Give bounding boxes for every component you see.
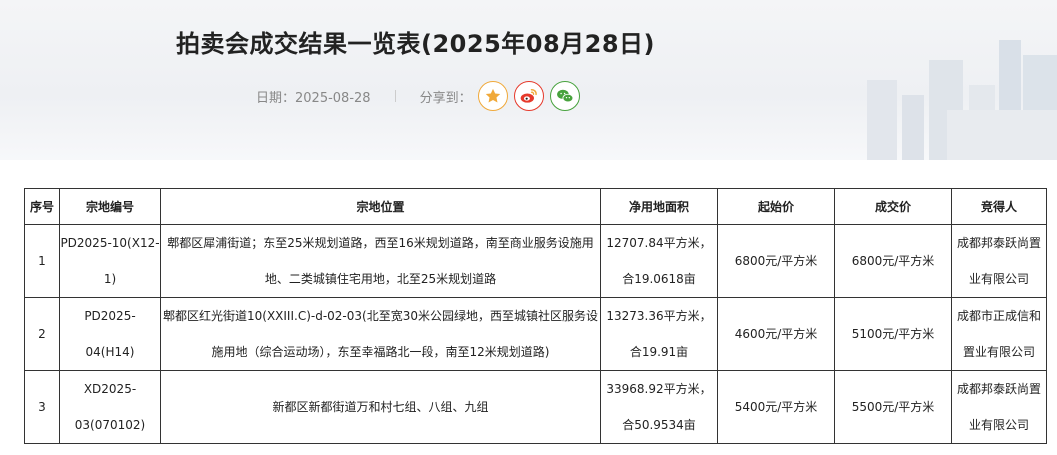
wechat-icon	[556, 89, 573, 103]
share-label: 分享到：	[419, 90, 472, 106]
meta-divider	[394, 90, 396, 102]
column-header-location: 宗地位置	[160, 188, 601, 225]
area-cell: 33968.92平方米，合50.9534亩	[600, 370, 718, 444]
area-cell: 12707.84平方米，合19.0618亩	[600, 224, 718, 298]
location-cell: 新都区新都街道万和村七组、八组、九组	[160, 370, 601, 444]
row-index: 2	[24, 297, 60, 371]
winner-cell: 成都市正成信和置业有限公司	[951, 297, 1047, 371]
row-index: 1	[24, 224, 60, 298]
page-title: 拍卖会成交结果一览表(2025年08月28日)	[176, 30, 656, 58]
start-price-cell: 4600元/平方米	[717, 297, 835, 371]
deal-price-cell: 5100元/平方米	[834, 297, 952, 371]
location-cell: 郫都区红光街道10(XXIII.C)-d-02-03(北至宽30米公园绿地，西至…	[160, 297, 601, 371]
column-header-start-price: 起始价	[717, 188, 835, 225]
start-price-cell: 5400元/平方米	[717, 370, 835, 444]
parcel-no-cell: PD2025-04(H14)	[59, 297, 161, 371]
table-row: 2 PD2025-04(H14) 郫都区红光街道10(XXIII.C)-d-02…	[24, 297, 1047, 371]
table-header-row: 序号 宗地编号 宗地位置 净用地面积 起始价 成交价 竞得人	[24, 188, 1047, 225]
winner-cell: 成都邦泰跃尚置业有限公司	[951, 224, 1047, 298]
city-skyline-decoration	[867, 40, 1057, 160]
share-weibo-button[interactable]	[513, 81, 544, 111]
weibo-icon	[520, 89, 537, 103]
column-header-winner: 竞得人	[951, 188, 1047, 225]
auction-result-table: 序号 宗地编号 宗地位置 净用地面积 起始价 成交价 竞得人 1 PD2025-…	[24, 188, 1047, 444]
winner-cell: 成都邦泰跃尚置业有限公司	[951, 370, 1047, 444]
parcel-no-cell: XD2025-03(070102)	[59, 370, 161, 444]
table-row: 1 PD2025-10(X12-1) 郫都区犀浦街道；东至25米规划道路，西至1…	[24, 224, 1047, 298]
row-index: 3	[24, 370, 60, 444]
column-header-area: 净用地面积	[600, 188, 718, 225]
table-row: 3 XD2025-03(070102) 新都区新都街道万和村七组、八组、九组 3…	[24, 370, 1047, 444]
area-cell: 13273.36平方米，合19.91亩	[600, 297, 718, 371]
column-header-parcel-no: 宗地编号	[59, 188, 161, 225]
share-favorite-button[interactable]	[477, 81, 508, 111]
meta-bar: 日期：2025-08-28 分享到：	[256, 81, 580, 111]
deal-price-cell: 6800元/平方米	[834, 224, 952, 298]
star-icon	[485, 88, 500, 103]
column-header-deal-price: 成交价	[834, 188, 952, 225]
share-wechat-button[interactable]	[549, 81, 580, 111]
parcel-no-cell: PD2025-10(X12-1)	[59, 224, 161, 298]
column-header-index: 序号	[24, 188, 60, 225]
publish-date: 日期：2025-08-28	[256, 90, 371, 106]
location-cell: 郫都区犀浦街道；东至25米规划道路，西至16米规划道路，南至商业服务设施用地、二…	[160, 224, 601, 298]
deal-price-cell: 5500元/平方米	[834, 370, 952, 444]
start-price-cell: 6800元/平方米	[717, 224, 835, 298]
